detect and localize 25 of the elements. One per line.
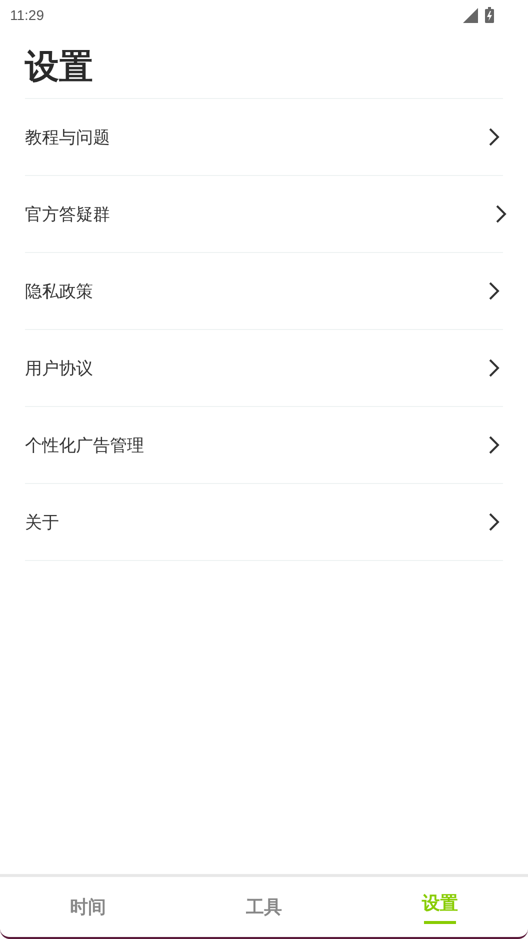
settings-label: 官方答疑群 [25,204,110,226]
settings-row[interactable]: 官方答疑群 [25,176,503,253]
settings-label: 隐私政策 [25,280,93,302]
chevron-right-icon [488,127,500,147]
chevron-right-icon [495,204,507,224]
settings-label: 用户协议 [25,358,93,380]
settings-row[interactable]: 教程与问题 [25,99,503,176]
signal-icon [463,8,478,22]
settings-label: 教程与问题 [25,126,110,148]
status-time: 11:29 [10,7,44,23]
chevron-right-icon [488,281,500,301]
nav-tab[interactable]: 时间 [0,877,176,937]
chevron-right-icon [488,512,500,532]
settings-row[interactable]: 隐私政策 [25,253,503,330]
settings-label: 个性化广告管理 [25,434,144,456]
chevron-right-icon [488,358,500,378]
chevron-right-icon [488,435,500,455]
settings-row[interactable]: 个性化广告管理 [25,407,503,484]
settings-label: 关于 [25,512,59,534]
tab-indicator [424,920,456,924]
page-title: 设置 [25,46,94,89]
settings-row[interactable]: 用户协议 [25,330,503,407]
battery-icon [485,7,494,23]
settings-row[interactable]: 关于 [25,484,503,561]
nav-tab[interactable]: 工具 [176,877,352,937]
